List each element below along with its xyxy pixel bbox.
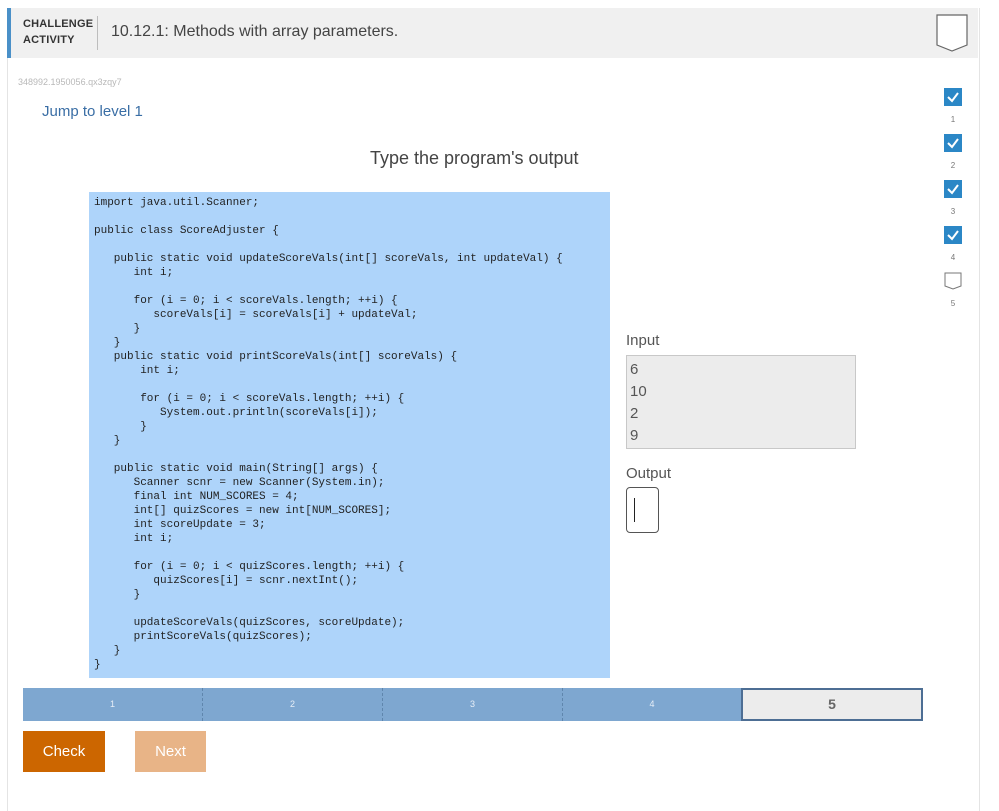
progress-segment-4: 4	[563, 688, 741, 721]
progress-segment-5-current: 5	[741, 688, 923, 721]
input-value: 10	[630, 383, 647, 400]
badge-line-1: CHALLENGE	[23, 18, 94, 30]
input-label: Input	[626, 332, 660, 349]
level-number: 2	[950, 161, 956, 170]
level-bookmark-icon	[944, 272, 962, 290]
level-item-5[interactable]: 5	[943, 272, 963, 308]
jump-to-level-link[interactable]: Jump to level 1	[42, 103, 143, 120]
activity-header: CHALLENGE ACTIVITY 10.12.1: Methods with…	[7, 8, 978, 58]
level-item-4[interactable]: 4	[943, 226, 963, 262]
level-item-3[interactable]: 3	[943, 180, 963, 216]
text-caret	[634, 498, 635, 522]
code-block: import java.util.Scanner; public class S…	[89, 192, 610, 678]
bookmark-icon[interactable]	[936, 14, 968, 52]
progress-segment-3: 3	[383, 688, 563, 721]
checkbox-checked-icon	[944, 180, 962, 198]
activity-title: 10.12.1: Methods with array parameters.	[111, 23, 399, 40]
check-button[interactable]: Check	[23, 731, 105, 772]
level-item-1[interactable]: 1	[943, 88, 963, 124]
output-label: Output	[626, 465, 672, 482]
activity-id: 348992.1950056.qx3zqy7	[18, 77, 122, 87]
progress-segment-1: 1	[23, 688, 203, 721]
progress-bar: 1 2 3 4 5	[23, 688, 923, 721]
level-number: 1	[950, 115, 956, 124]
next-button[interactable]: Next	[135, 731, 206, 772]
level-number: 3	[950, 207, 956, 216]
output-field[interactable]	[626, 487, 659, 533]
input-value: 9	[630, 427, 639, 444]
checkbox-checked-icon	[944, 134, 962, 152]
checkbox-checked-icon	[944, 226, 962, 244]
input-box: 6 10 2 9	[626, 355, 856, 449]
progress-segment-2: 2	[203, 688, 383, 721]
code-listing: import java.util.Scanner; public class S…	[94, 197, 563, 671]
level-item-2[interactable]: 2	[943, 134, 963, 170]
input-value: 2	[630, 405, 639, 422]
instruction-text: Type the program's output	[370, 148, 579, 168]
challenge-activity-badge: CHALLENGE ACTIVITY	[23, 16, 93, 48]
badge-line-2: ACTIVITY	[23, 34, 75, 46]
header-divider	[97, 16, 98, 50]
level-number: 5	[950, 299, 956, 308]
checkbox-checked-icon	[944, 88, 962, 106]
level-number: 4	[950, 253, 956, 262]
input-value: 6	[630, 361, 639, 378]
